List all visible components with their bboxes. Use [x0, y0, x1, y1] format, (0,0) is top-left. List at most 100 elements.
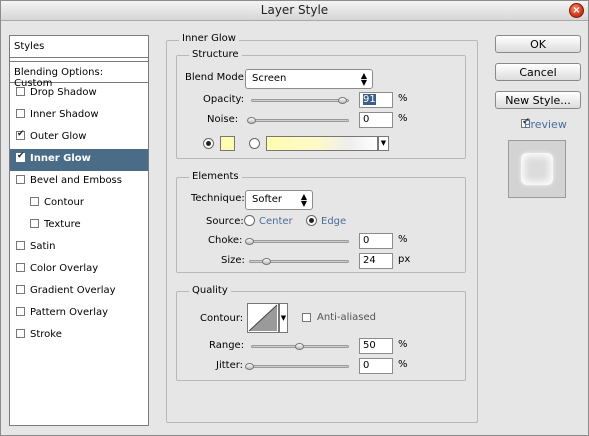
pattern-overlay-checkbox[interactable] — [16, 307, 25, 316]
noise-input[interactable]: 0 — [359, 112, 393, 128]
structure-title: Structure — [189, 49, 242, 60]
noise-label: Noise: — [207, 114, 239, 125]
styles-header[interactable]: Styles — [10, 36, 148, 58]
contour-label: Contour: — [200, 313, 244, 324]
noise-unit: % — [398, 113, 408, 124]
preview-label[interactable]: Preview — [524, 118, 567, 131]
technique-select[interactable]: Softer ▲ ▼ — [245, 190, 313, 210]
opacity-slider-track[interactable] — [251, 99, 349, 102]
opacity-input[interactable]: 91 — [359, 92, 393, 108]
sidebar-item-inner-shadow[interactable]: Inner Shadow — [10, 105, 148, 127]
choke-slider-thumb[interactable] — [245, 238, 254, 245]
sidebar-item-label: Color Overlay — [30, 263, 99, 274]
contour-dropdown-icon[interactable]: ▼ — [279, 303, 288, 333]
jitter-slider-track[interactable] — [249, 365, 349, 368]
sidebar-item-texture[interactable]: Texture — [10, 215, 148, 237]
blending-options-item[interactable]: Blending Options: Custom — [10, 61, 148, 89]
styles-list: Styles Blending Options: Custom Drop Sha… — [9, 35, 149, 426]
opacity-slider-thumb[interactable] — [338, 97, 347, 104]
noise-slider-thumb[interactable] — [247, 117, 256, 124]
sidebar-item-gradient-overlay[interactable]: Gradient Overlay — [10, 281, 148, 303]
choke-slider-track[interactable] — [249, 240, 349, 243]
outer-glow-checkbox[interactable] — [16, 129, 25, 140]
panel-title: Inner Glow — [179, 33, 239, 44]
sidebar-item-contour[interactable]: Contour — [10, 193, 148, 215]
range-slider-thumb[interactable] — [295, 343, 304, 350]
gradient-radio[interactable] — [249, 138, 260, 149]
sidebar-item-outer-glow[interactable]: Outer Glow — [10, 127, 148, 149]
blend-mode-select[interactable]: Screen ▲ ▼ — [245, 69, 373, 89]
sidebar-item-inner-glow[interactable]: Inner Glow — [10, 149, 148, 171]
contour-checkbox[interactable] — [30, 197, 39, 206]
jitter-label: Jitter: — [216, 360, 244, 371]
window-title: Layer Style — [260, 3, 329, 17]
source-edge-label[interactable]: Edge — [321, 216, 346, 227]
source-edge-radio[interactable] — [306, 215, 317, 226]
sidebar-item-label: Inner Glow — [30, 153, 91, 164]
close-icon: × — [572, 5, 581, 16]
new-style-button[interactable]: New Style... — [495, 91, 581, 109]
glow-color-swatch[interactable] — [220, 136, 235, 151]
anti-aliased-label[interactable]: Anti-aliased — [317, 312, 376, 323]
color-overlay-checkbox[interactable] — [16, 263, 25, 272]
ok-button[interactable]: OK — [495, 35, 581, 53]
close-button[interactable]: × — [569, 3, 584, 18]
gradient-dropdown-icon[interactable]: ▼ — [378, 136, 389, 151]
contour-preview[interactable] — [247, 303, 279, 333]
choke-input[interactable]: 0 — [359, 233, 393, 249]
stroke-checkbox[interactable] — [16, 329, 25, 338]
sidebar-item-label: Gradient Overlay — [30, 285, 116, 296]
anti-aliased-checkbox[interactable] — [302, 313, 311, 322]
sidebar-item-label: Inner Shadow — [30, 109, 99, 120]
texture-checkbox[interactable] — [30, 219, 39, 228]
sidebar-item-color-overlay[interactable]: Color Overlay — [10, 259, 148, 281]
source-label: Source: — [206, 216, 244, 227]
cancel-button[interactable]: Cancel — [495, 63, 581, 81]
size-label: Size: — [221, 255, 245, 266]
sidebar-item-label: Outer Glow — [30, 131, 87, 142]
sidebar-item-label: Satin — [30, 241, 56, 252]
solid-color-radio[interactable] — [203, 138, 214, 149]
blend-mode-value: Screen — [252, 73, 287, 84]
source-center-label[interactable]: Center — [259, 216, 293, 227]
opacity-unit: % — [398, 93, 408, 104]
sidebar-item-pattern-overlay[interactable]: Pattern Overlay — [10, 303, 148, 325]
blend-mode-label: Blend Mode: — [185, 72, 248, 83]
sidebar-item-label: Stroke — [30, 329, 62, 340]
sidebar-item-label: Contour — [44, 197, 84, 208]
inner-shadow-checkbox[interactable] — [16, 109, 25, 118]
sidebar-item-bevel-and-emboss[interactable]: Bevel and Emboss — [10, 171, 148, 193]
range-input[interactable]: 50 — [359, 338, 393, 354]
size-input[interactable]: 24 — [359, 253, 393, 269]
inner-glow-checkbox[interactable] — [16, 151, 25, 162]
select-arrows-icon: ▲ ▼ — [360, 71, 367, 87]
preview-glow-square — [521, 153, 553, 185]
jitter-input[interactable]: 0 — [359, 358, 393, 374]
style-preview-thumbnail — [508, 140, 566, 198]
choke-unit: % — [398, 234, 408, 245]
jitter-unit: % — [398, 359, 408, 370]
bevel-emboss-checkbox[interactable] — [16, 175, 25, 184]
opacity-label: Opacity: — [203, 94, 245, 105]
source-center-radio[interactable] — [244, 215, 255, 226]
sidebar-item-label: Drop Shadow — [30, 87, 97, 98]
noise-slider-track[interactable] — [251, 119, 349, 122]
size-slider-thumb[interactable] — [262, 258, 271, 265]
sidebar-item-label: Texture — [44, 219, 81, 230]
gradient-overlay-checkbox[interactable] — [16, 285, 25, 294]
select-arrows-icon: ▲ ▼ — [300, 192, 307, 208]
sidebar-item-stroke[interactable]: Stroke — [10, 325, 148, 347]
technique-value: Softer — [252, 194, 282, 205]
sidebar-item-satin[interactable]: Satin — [10, 237, 148, 259]
size-unit: px — [398, 254, 411, 265]
title-bar: Layer Style × — [1, 1, 588, 21]
layer-style-dialog: Layer Style × Styles Blending Options: C… — [0, 0, 589, 436]
technique-label: Technique: — [191, 193, 245, 204]
contour-curve-icon — [248, 304, 278, 332]
elements-title: Elements — [189, 171, 242, 182]
satin-checkbox[interactable] — [16, 241, 25, 250]
drop-shadow-checkbox[interactable] — [16, 87, 25, 96]
jitter-slider-thumb[interactable] — [245, 363, 254, 370]
sidebar-item-drop-shadow[interactable]: Drop Shadow — [10, 83, 148, 105]
glow-gradient-swatch[interactable] — [266, 136, 378, 151]
